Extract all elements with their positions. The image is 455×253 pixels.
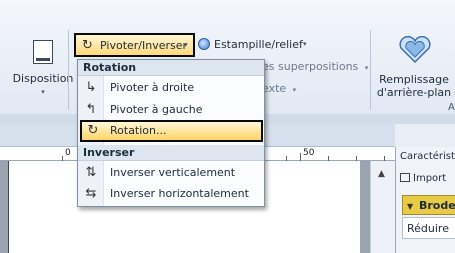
collapse-icon: ▼ [407,202,414,211]
superpositions-label: es superpositions [262,60,359,73]
chevron-down-icon: ▾ [303,40,307,48]
group-letter: A [448,102,455,113]
embroidery-label: Brode [419,199,455,212]
menu-item-label: Rotation... [110,124,167,137]
chevron-down-icon: ▾ [184,41,188,49]
ruler-label: 50 [303,148,315,158]
text-button[interactable]: exte ▾ [262,82,296,95]
menu-item-label: Inverser verticalement [110,166,236,179]
rotate-icon: ↻ [82,38,93,53]
panel-title: Caractérist [400,151,455,162]
background-fill-icon[interactable] [398,36,432,64]
menu-item-rotation-dialog[interactable]: ↻ Rotation... [80,120,263,142]
background-fill-label-2: d'arrière-plan [376,86,452,99]
chevron-down-icon: ▾ [364,64,369,72]
flip-vertical-icon: ⇅ [85,165,97,180]
menu-section-flip: Inverser [78,145,264,161]
pivot-flip-label: Pivoter/Inverser [100,39,188,52]
menu-item-label: Pivoter à droite [110,81,195,94]
rotate-right-icon: ↳ [85,80,97,95]
layout-icon [33,40,53,64]
import-button[interactable]: Import [400,173,446,184]
menu-section-rotation: Rotation [78,60,264,76]
stamp-icon [198,38,210,50]
chevron-down-icon: ▾ [292,86,297,94]
import-label: Import [413,173,447,184]
menu-item-label: Pivoter à gauche [110,103,203,116]
rotate-left-icon: ↰ [85,102,97,117]
group-separator [68,30,69,110]
menu-item-flip-horizontal[interactable]: ⇆ Inverser horizontalement [78,184,264,204]
pivot-flip-menu: Rotation ↳ Pivoter à droite ↰ Pivoter à … [77,59,265,207]
vertical-scrollbar[interactable]: ▲ [370,161,395,253]
flip-horizontal-icon: ⇆ [85,186,97,201]
pivot-flip-button[interactable]: ↻ Pivoter/Inverser ▾ [74,33,195,57]
stamp-relief-label: Estampille/relief [214,38,303,51]
stamp-relief-button[interactable]: Estampille/relief ▾ [198,36,318,54]
text-label: exte [262,82,287,95]
chevron-down-icon: ▾ [41,88,45,96]
background-fill-label: Remplissage [379,73,449,86]
ruler-tick [300,153,301,161]
rotate-icon: ↻ [87,123,99,138]
menu-item-rotate-left[interactable]: ↰ Pivoter à gauche [78,100,264,120]
group-separator [370,30,371,110]
superpositions-button[interactable]: es superpositions ▾ [262,60,368,73]
reduce-label: Réduire [407,222,449,235]
ruler-label: 0 [65,148,71,158]
menu-item-flip-vertical[interactable]: ⇅ Inverser verticalement [78,163,264,183]
menu-item-label: Inverser horizontalement [110,187,249,200]
embroidery-section-header[interactable]: ▼ Brode [402,195,455,215]
reduce-field[interactable]: Réduire [402,217,455,239]
scroll-up-icon[interactable]: ▲ [378,169,385,179]
menu-item-rotate-right[interactable]: ↳ Pivoter à droite [78,78,264,98]
properties-panel: Caractérist Import ▼ Brode Réduire [395,147,455,253]
import-icon [400,173,410,182]
